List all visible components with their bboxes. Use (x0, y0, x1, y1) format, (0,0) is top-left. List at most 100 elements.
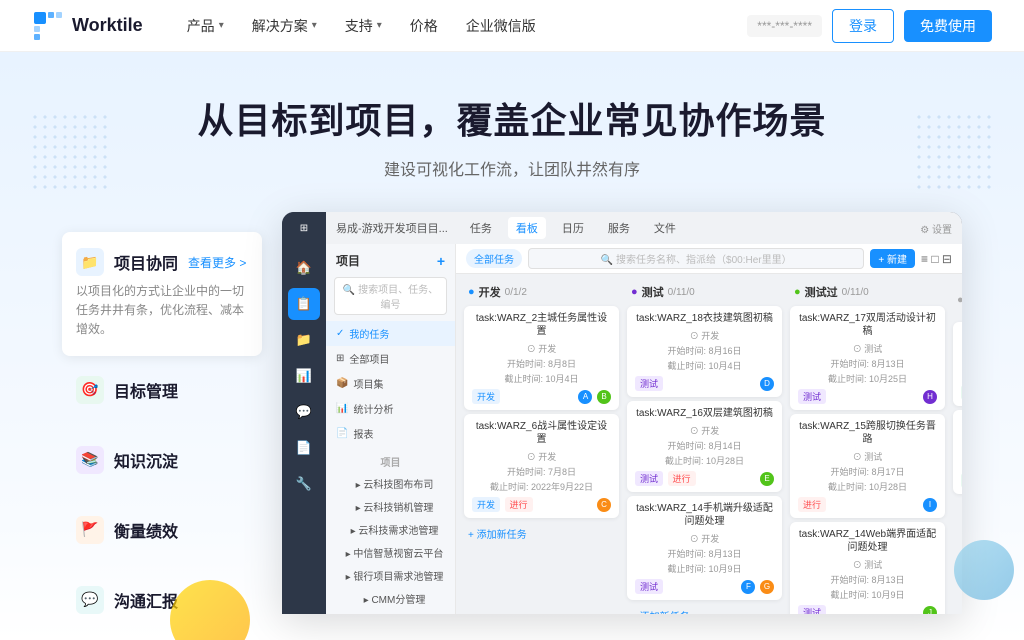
tab-file[interactable]: 文件 (646, 217, 684, 239)
list-item[interactable]: — 测试项目 (326, 610, 455, 614)
feature-item-project[interactable]: 📁 项目协同 查看更多 > 以项目化的方式让企业中的一切任务井井有条，优化流程、… (62, 232, 262, 356)
filter-tag[interactable]: 全部任务 (466, 249, 522, 268)
kanban-col-test: ● 测试 0/11/0 task:WARZ_18衣技建筑图初稿 ⊙ 开发 开始时… (627, 282, 782, 606)
kanban-col-tested: ● 测试过 0/11/0 task:WARZ_17双周活动设计初稿 ⊙ 测试 开… (790, 282, 945, 606)
feature-header-performance: 🚩 衡量绩效 (76, 516, 248, 544)
kanban-card: task:WARZ_18衣技建筑图初稿 ⊙ 开发 开始时间: 8月16日 截止时… (627, 306, 782, 397)
card-start: 开始时间: 8月13日 (798, 573, 937, 586)
nav-product[interactable]: 产品 ▾ (175, 10, 236, 42)
sidebar-task[interactable]: 📁 (288, 324, 320, 356)
hero-content: 📁 项目协同 查看更多 > 以项目化的方式让企业中的一切任务井井有条，优化流程、… (0, 212, 1024, 640)
card-tag: 测试 (635, 579, 663, 594)
avatar: A (578, 390, 592, 404)
tab-kanban[interactable]: 看板 (508, 217, 546, 239)
chevron-down-icon: ▾ (219, 20, 224, 31)
card-tag: 测试 (798, 389, 826, 404)
card-end: 截止时间: 10月28日 (798, 480, 937, 493)
project-icon: 📁 (76, 248, 104, 276)
login-button[interactable]: 登录 (832, 9, 894, 43)
sidebar-docs[interactable]: 📊 (288, 360, 320, 392)
sidebar-settings[interactable]: 🔧 (288, 468, 320, 500)
feature-header-goal: 🎯 目标管理 (76, 376, 248, 404)
kanban-card: task:WARZ_6战斗属性设定设置 ⊙ 开发 开始时间: 7月8日 截止时间… (464, 414, 619, 518)
card-start: 开始时间: 8月13日 (635, 547, 774, 560)
add-task-button[interactable]: + 添加新任务 (464, 522, 619, 545)
feature-name-goal: 目标管理 (114, 378, 178, 402)
avatar: D (760, 377, 774, 391)
list-item[interactable]: ▸ 中信智慧视窗云平台 (326, 541, 455, 564)
menu-report[interactable]: 📄 报表 (326, 421, 455, 446)
card-title: task:WARZ_16双层建筑图初稿 (635, 407, 774, 420)
chevron-down-icon: ▾ (377, 20, 382, 31)
add-task-button-2[interactable]: + 添加新任务 (627, 604, 782, 614)
app-sidebar: 🏠 📋 📁 📊 💬 📄 🔧 (282, 244, 326, 614)
card-footer: 测试 F G (635, 579, 774, 594)
view-options[interactable]: ≡ □ ⊟ (921, 252, 952, 266)
hero-title: 从目标到项目，覆盖企业常见协作场景 (0, 92, 1024, 144)
nav-wechat[interactable]: 企业微信版 (454, 10, 548, 42)
feature-name-report: 沟通汇报 (114, 588, 178, 612)
tab-task[interactable]: 任务 (462, 217, 500, 239)
card-end: 截止时间: 10月9日 (798, 588, 937, 601)
card-date: 8月13日 (961, 368, 962, 381)
card-footer: 进行 I (798, 497, 937, 512)
project-search[interactable]: 🔍 搜索项目、任务、编号 (334, 277, 447, 315)
all-projects-icon: ⊞ (336, 353, 344, 364)
sidebar-report[interactable]: 📄 (288, 432, 320, 464)
col-count-test: 0/11/0 (668, 287, 695, 298)
nav-price[interactable]: 价格 (398, 10, 450, 42)
card-tag-red: 进行 (668, 471, 696, 486)
nav-support[interactable]: 支持 ▾ (333, 10, 394, 42)
card-title: task:WARZ_18衣技建筑图初稿 (635, 312, 774, 325)
logo-icon (32, 10, 64, 42)
feature-name-knowledge: 知识沉淀 (114, 448, 178, 472)
free-trial-button[interactable]: 免费使用 (904, 10, 992, 42)
kanban-search[interactable]: 🔍 搜索任务名称、指派给（$00:Her里里） (528, 248, 864, 269)
tab-service[interactable]: 服务 (600, 217, 638, 239)
col-name-test: 测试 (642, 284, 664, 300)
card-date: 8月13日 (961, 456, 962, 469)
col-header-develop: ● 开发 0/1/2 (464, 282, 619, 302)
nav-solution[interactable]: 解决方案 ▾ (240, 10, 329, 42)
report-menu-icon: 📄 (336, 428, 348, 439)
tab-calendar[interactable]: 日历 (554, 217, 592, 239)
feature-item-knowledge[interactable]: 📚 知识沉淀 (62, 430, 262, 496)
col-header-test: ● 测试 0/11/0 (627, 282, 782, 302)
knowledge-icon: 📚 (76, 446, 104, 474)
card-footer: 测试过 (961, 473, 962, 488)
feature-item-goal[interactable]: 🎯 目标管理 (62, 360, 262, 426)
app-header: ⊞ 易成-游戏开发项目目... 任务 看板 日历 服务 文件 ⚙ 设置 (282, 212, 962, 244)
performance-icon: 🚩 (76, 516, 104, 544)
sidebar-home[interactable]: 🏠 (288, 252, 320, 284)
list-item[interactable]: ▸ 银行项目需求池管理 (326, 564, 455, 587)
logo-text: Worktile (72, 15, 143, 36)
logo[interactable]: Worktile (32, 10, 143, 42)
new-task-button[interactable]: + 新建 (870, 249, 915, 268)
list-item[interactable]: ▸ 云科技图布布司 (326, 472, 455, 495)
add-project-icon[interactable]: + (437, 253, 445, 269)
kanban-card: task:WARZ_13海量显示... ⊙ 测试过 8月13日 测试过 (953, 410, 962, 494)
sidebar-project[interactable]: 📋 (288, 288, 320, 320)
hero-section: 从目标到项目，覆盖企业常见协作场景 建设可视化工作流，让团队井然有序 📁 项目协… (0, 52, 1024, 640)
list-item[interactable]: ▸ 云科技销机管理 (326, 495, 455, 518)
card-status: ⊙ 测试 (798, 342, 937, 355)
menu-all-projects[interactable]: ⊞ 全部项目 (326, 346, 455, 371)
menu-project-set[interactable]: 📦 项目集 (326, 371, 455, 396)
app-logo-small: ⊞ (300, 223, 308, 234)
list-item[interactable]: ▸ 云科技需求池管理 (326, 518, 455, 541)
card-footer: 开发 进行 C (472, 497, 611, 512)
kanban-card: task:WARZ_14手机端升级适配问题处理 ⊙ 开发 开始时间: 8月13日… (627, 496, 782, 600)
card-meta: ⊙ 测试过 (961, 441, 962, 454)
feature-item-performance[interactable]: 🚩 衡量绩效 (62, 500, 262, 566)
menu-stats[interactable]: 📊 统计分析 (326, 396, 455, 421)
sidebar-chat[interactable]: 💬 (288, 396, 320, 428)
menu-my-tasks[interactable]: ✓ 我的任务 (326, 321, 455, 346)
list-item[interactable]: ▸ CMM分管理 (326, 587, 455, 610)
card-tag: 测试 (635, 471, 663, 486)
feature-more-project[interactable]: 查看更多 > (188, 254, 246, 271)
user-info: ***-***-**** (747, 15, 822, 37)
settings-icon[interactable]: ⚙ 设置 (920, 221, 952, 236)
card-status: ⊙ 开发 (635, 532, 774, 545)
card-end: 截止时间: 10月4日 (635, 359, 774, 372)
kanban-area: 全部任务 🔍 搜索任务名称、指派给（$00:Her里里） + 新建 ≡ □ ⊟ … (456, 244, 962, 614)
